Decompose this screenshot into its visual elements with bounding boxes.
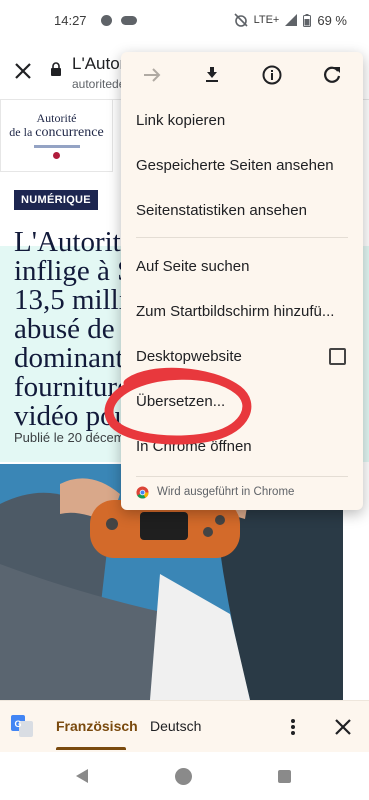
- page-domain[interactable]: autoritede: [72, 77, 124, 91]
- category-tag[interactable]: NUMÉRIQUE: [14, 190, 98, 210]
- translate-bar: G Französisch Deutsch: [0, 700, 369, 752]
- refresh-icon[interactable]: [321, 64, 343, 86]
- translate-close-icon[interactable]: [333, 717, 353, 737]
- close-icon[interactable]: [12, 60, 34, 82]
- selected-language-indicator: [56, 747, 126, 750]
- battery-level: 69 %: [317, 12, 347, 28]
- svg-text:G: G: [15, 719, 22, 729]
- logo-bar: [33, 145, 80, 148]
- alarm-off-icon: [234, 13, 248, 27]
- home-icon[interactable]: [175, 768, 192, 785]
- site-logo[interactable]: Autorité de la concurrence: [0, 100, 113, 172]
- download-icon[interactable]: [201, 64, 223, 86]
- menu-divider: [136, 237, 348, 238]
- more-vert-icon[interactable]: [288, 717, 298, 737]
- menu-item-translate[interactable]: Übersetzen...: [121, 379, 363, 424]
- back-icon[interactable]: [75, 768, 89, 784]
- status-bar: 14:27 LTE+ 69 %: [0, 0, 369, 40]
- lock-icon[interactable]: [50, 62, 62, 76]
- arrow-forward-icon[interactable]: [141, 64, 163, 86]
- menu-item-page-stats[interactable]: Seitenstatistiken ansehen: [121, 188, 363, 233]
- publish-date: Publié le 20 décem: [14, 430, 125, 445]
- info-icon[interactable]: [261, 64, 283, 86]
- google-translate-icon: G: [11, 715, 33, 737]
- status-time: 14:27: [54, 12, 87, 28]
- source-language-tab[interactable]: Französisch: [56, 718, 138, 734]
- menu-icon-row: [121, 52, 363, 98]
- logo-line-1: Autorité: [36, 111, 77, 125]
- notification-icon: [100, 14, 112, 26]
- chrome-icon: [136, 485, 149, 499]
- recents-icon[interactable]: [278, 770, 291, 783]
- desktop-site-label: Desktopwebsite: [136, 348, 242, 365]
- menu-item-find-in-page[interactable]: Auf Seite suchen: [121, 244, 363, 289]
- target-language-tab[interactable]: Deutsch: [150, 718, 201, 734]
- menu-footer: Wird ausgeführt in Chrome: [121, 477, 363, 507]
- battery-icon: [303, 13, 312, 27]
- menu-item-open-in-chrome[interactable]: In Chrome öffnen: [121, 424, 363, 469]
- desktop-site-checkbox[interactable]: [329, 348, 346, 365]
- overflow-menu: Link kopieren Gespeicherte Seiten ansehe…: [121, 52, 363, 510]
- menu-item-saved-pages[interactable]: Gespeicherte Seiten ansehen: [121, 143, 363, 188]
- cloud-icon: [120, 15, 137, 25]
- system-nav-bar: [0, 752, 369, 800]
- menu-footer-text: Wird ausgeführt in Chrome: [157, 486, 295, 498]
- status-right: LTE+ 69 %: [234, 13, 347, 28]
- menu-item-desktop-site[interactable]: Desktopwebsite: [121, 334, 363, 379]
- network-type: LTE+: [253, 14, 280, 26]
- menu-item-add-to-home[interactable]: Zum Startbildschirm hinzufü...: [121, 289, 363, 334]
- signal-icon: [285, 14, 298, 26]
- menu-item-copy-link[interactable]: Link kopieren: [121, 98, 363, 143]
- logo-line-2: de la concurrence: [9, 125, 104, 140]
- logo-dot: [53, 152, 60, 159]
